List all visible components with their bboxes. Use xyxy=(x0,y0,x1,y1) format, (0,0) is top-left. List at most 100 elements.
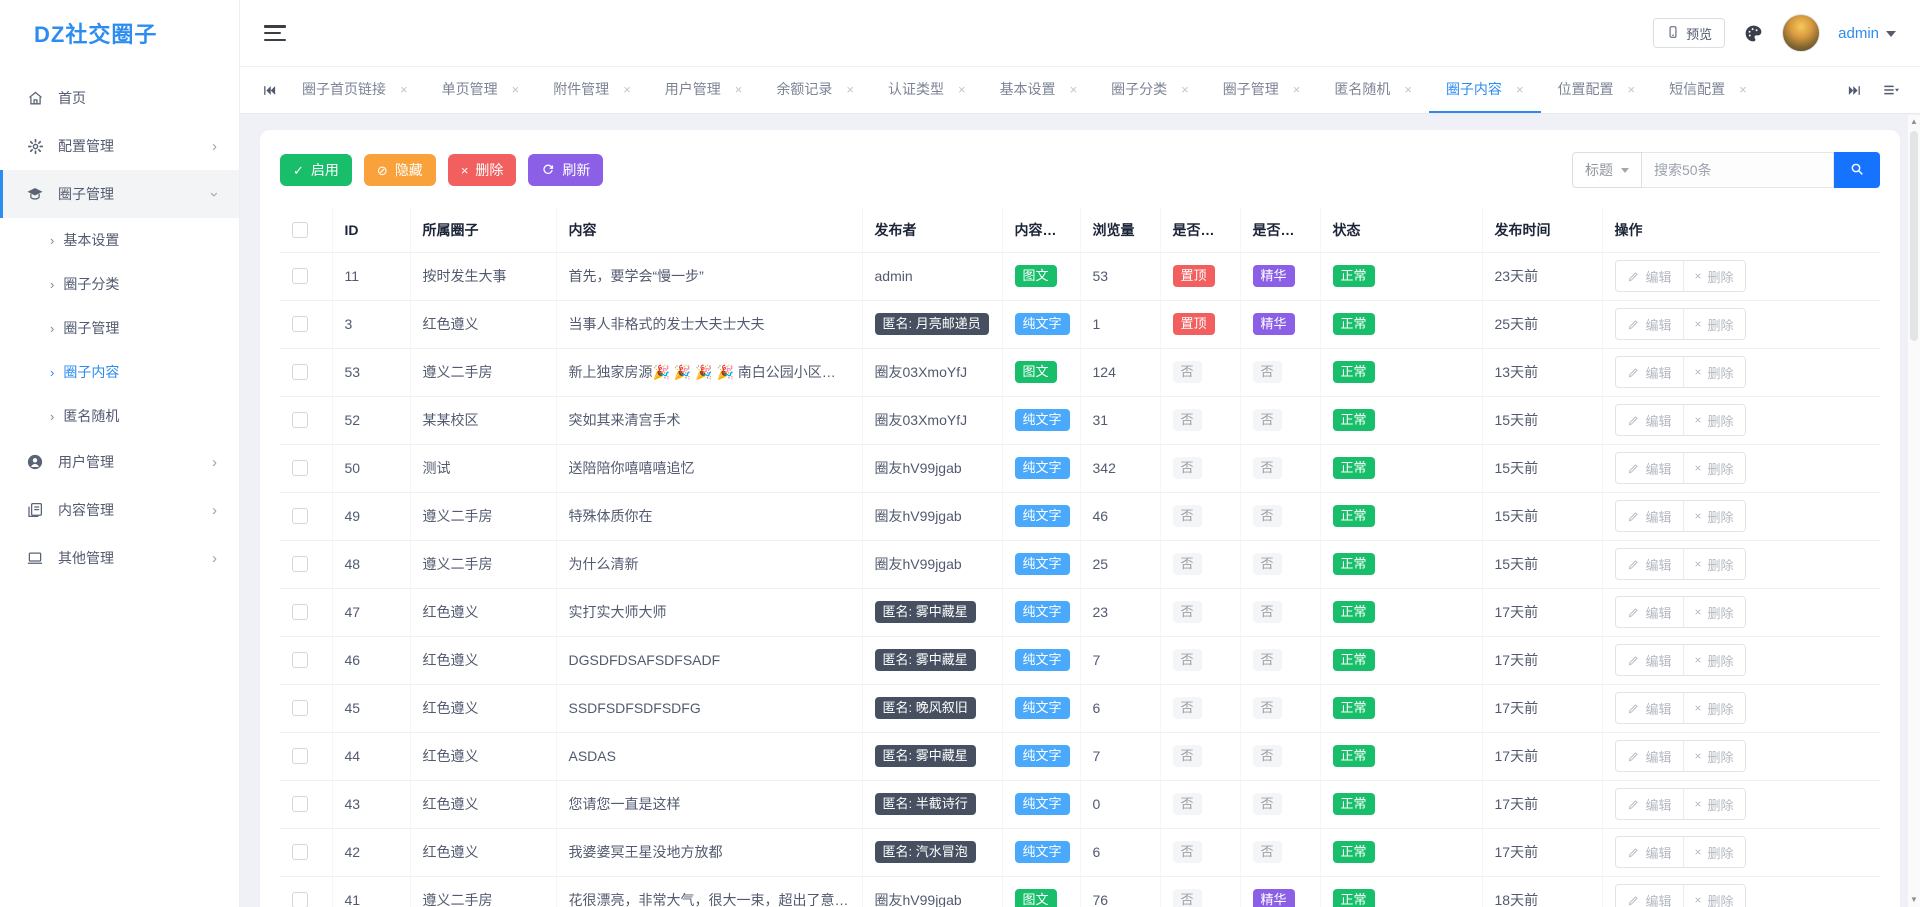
delete-row-button[interactable]: ×删除 xyxy=(1684,789,1745,819)
row-checkbox[interactable] xyxy=(292,460,308,476)
user-menu[interactable]: admin xyxy=(1838,25,1896,42)
tabs-scroll-right-icon[interactable] xyxy=(1847,83,1862,98)
search-button[interactable] xyxy=(1834,152,1880,188)
select-all-checkbox[interactable] xyxy=(292,222,308,238)
delete-row-button[interactable]: ×删除 xyxy=(1684,741,1745,771)
close-icon[interactable]: × xyxy=(1181,83,1189,96)
tab-6[interactable]: 基本设置× xyxy=(983,67,1095,113)
close-icon[interactable]: × xyxy=(1293,83,1301,96)
delete-row-button[interactable]: ×删除 xyxy=(1684,549,1745,579)
close-icon[interactable]: × xyxy=(1070,83,1078,96)
sidebar-item-2[interactable]: 圈子管理› xyxy=(0,170,239,218)
row-checkbox[interactable] xyxy=(292,604,308,620)
tab-4[interactable]: 余额记录× xyxy=(759,67,871,113)
tabs-options-icon[interactable] xyxy=(1882,82,1900,98)
edit-button[interactable]: 编辑 xyxy=(1616,885,1684,907)
search-field-select[interactable]: 标题 xyxy=(1572,152,1642,188)
scroll-up-icon[interactable]: ▲ xyxy=(1910,118,1918,126)
row-checkbox[interactable] xyxy=(292,364,308,380)
cell-checkbox xyxy=(280,588,332,636)
edit-button[interactable]: 编辑 xyxy=(1616,645,1684,675)
scrollbar-thumb[interactable] xyxy=(1910,131,1918,341)
delete-button[interactable]: ×删除 xyxy=(448,154,517,186)
close-icon[interactable]: × xyxy=(400,83,408,96)
edit-button[interactable]: 编辑 xyxy=(1616,357,1684,387)
tab-1[interactable]: 单页管理× xyxy=(425,67,537,113)
edit-button[interactable]: 编辑 xyxy=(1616,261,1684,291)
delete-row-button[interactable]: ×删除 xyxy=(1684,693,1745,723)
tab-7[interactable]: 圈子分类× xyxy=(1094,67,1206,113)
delete-row-button[interactable]: ×删除 xyxy=(1684,885,1745,907)
close-icon[interactable]: × xyxy=(1516,83,1524,96)
sidebar-subitem-2[interactable]: ›圈子管理 xyxy=(0,306,239,350)
row-checkbox[interactable] xyxy=(292,268,308,284)
row-checkbox[interactable] xyxy=(292,700,308,716)
tab-0[interactable]: 圈子首页链接× xyxy=(285,67,425,113)
row-checkbox[interactable] xyxy=(292,652,308,668)
preview-button[interactable]: 预览 xyxy=(1653,18,1725,48)
sidebar-item-4[interactable]: 内容管理› xyxy=(0,486,239,534)
delete-row-button[interactable]: ×删除 xyxy=(1684,597,1745,627)
tab-2[interactable]: 附件管理× xyxy=(536,67,648,113)
tab-5[interactable]: 认证类型× xyxy=(871,67,983,113)
sidebar-item-5[interactable]: 其他管理› xyxy=(0,534,239,582)
sidebar-subitem-3[interactable]: ›圈子内容 xyxy=(0,350,239,394)
refresh-button[interactable]: 刷新 xyxy=(528,154,603,186)
edit-button[interactable]: 编辑 xyxy=(1616,549,1684,579)
row-checkbox[interactable] xyxy=(292,316,308,332)
close-icon[interactable]: × xyxy=(1739,83,1747,96)
row-checkbox[interactable] xyxy=(292,892,308,907)
edit-button[interactable]: 编辑 xyxy=(1616,693,1684,723)
row-checkbox[interactable] xyxy=(292,748,308,764)
row-checkbox[interactable] xyxy=(292,412,308,428)
delete-row-button[interactable]: ×删除 xyxy=(1684,645,1745,675)
close-icon[interactable]: × xyxy=(1628,83,1636,96)
close-icon[interactable]: × xyxy=(623,83,631,96)
close-icon[interactable]: × xyxy=(846,83,854,96)
delete-row-button[interactable]: ×删除 xyxy=(1684,501,1745,531)
delete-row-button[interactable]: ×删除 xyxy=(1684,357,1745,387)
sidebar-item-3[interactable]: 用户管理› xyxy=(0,438,239,486)
edit-button[interactable]: 编辑 xyxy=(1616,837,1684,867)
tab-8[interactable]: 圈子管理× xyxy=(1206,67,1318,113)
edit-button[interactable]: 编辑 xyxy=(1616,789,1684,819)
sidebar-subitem-4[interactable]: ›匿名随机 xyxy=(0,394,239,438)
close-icon[interactable]: × xyxy=(512,83,520,96)
delete-row-button[interactable]: ×删除 xyxy=(1684,261,1745,291)
row-checkbox[interactable] xyxy=(292,556,308,572)
edit-button[interactable]: 编辑 xyxy=(1616,453,1684,483)
edit-button[interactable]: 编辑 xyxy=(1616,501,1684,531)
enable-button[interactable]: ✓启用 xyxy=(280,154,352,186)
close-icon[interactable]: × xyxy=(735,83,743,96)
close-icon[interactable]: × xyxy=(1404,83,1412,96)
row-checkbox[interactable] xyxy=(292,796,308,812)
scroll-down-icon[interactable]: ▼ xyxy=(1910,896,1918,904)
tabs-scroll-left-icon[interactable] xyxy=(254,67,285,113)
tab-11[interactable]: 位置配置× xyxy=(1541,67,1653,113)
close-icon[interactable]: × xyxy=(958,83,966,96)
delete-row-button[interactable]: ×删除 xyxy=(1684,405,1745,435)
sidebar-item-1[interactable]: 配置管理› xyxy=(0,122,239,170)
tab-9[interactable]: 匿名随机× xyxy=(1317,67,1429,113)
row-checkbox[interactable] xyxy=(292,844,308,860)
sidebar-item-0[interactable]: 首页 xyxy=(0,74,239,122)
theme-palette-icon[interactable] xyxy=(1743,23,1764,44)
edit-button[interactable]: 编辑 xyxy=(1616,597,1684,627)
tab-10[interactable]: 圈子内容× xyxy=(1429,67,1541,113)
delete-row-button[interactable]: ×删除 xyxy=(1684,453,1745,483)
search-input[interactable] xyxy=(1642,152,1834,188)
delete-row-button[interactable]: ×删除 xyxy=(1684,837,1745,867)
edit-button[interactable]: 编辑 xyxy=(1616,741,1684,771)
delete-row-button[interactable]: ×删除 xyxy=(1684,309,1745,339)
hamburger-menu-icon[interactable] xyxy=(264,25,286,41)
edit-button[interactable]: 编辑 xyxy=(1616,309,1684,339)
sidebar-subitem-0[interactable]: ›基本设置 xyxy=(0,218,239,262)
tab-12[interactable]: 短信配置× xyxy=(1652,67,1764,113)
vertical-scrollbar[interactable]: ▲ ▼ xyxy=(1908,115,1920,907)
edit-button[interactable]: 编辑 xyxy=(1616,405,1684,435)
user-avatar[interactable] xyxy=(1782,14,1820,52)
sidebar-subitem-1[interactable]: ›圈子分类 xyxy=(0,262,239,306)
row-checkbox[interactable] xyxy=(292,508,308,524)
tab-3[interactable]: 用户管理× xyxy=(648,67,760,113)
hide-button[interactable]: ⊘隐藏 xyxy=(364,154,436,186)
